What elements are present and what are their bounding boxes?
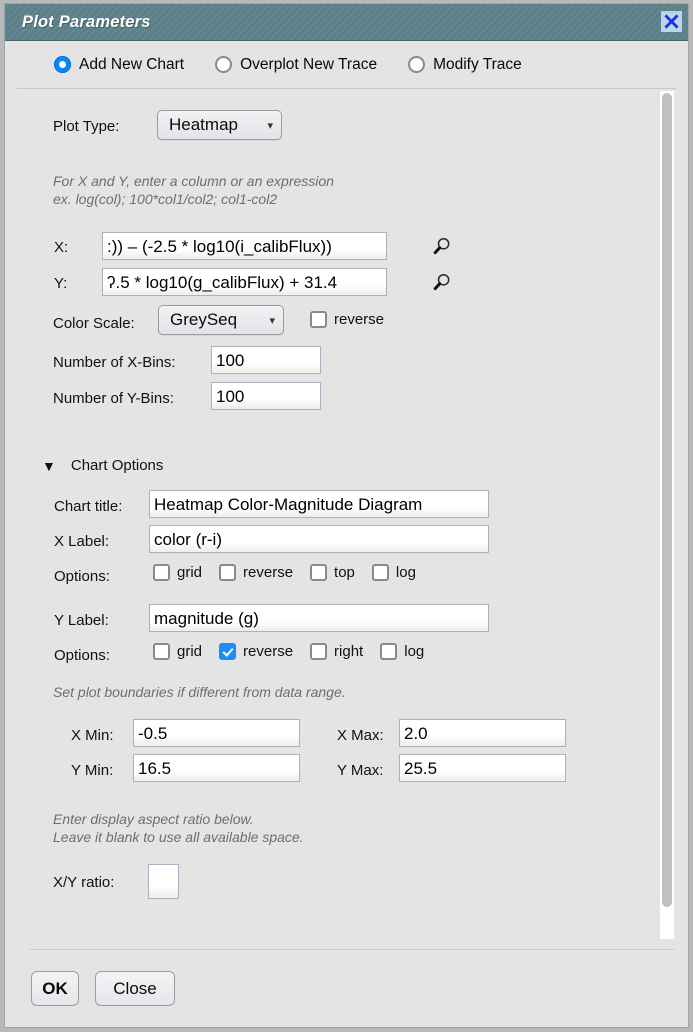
expression-hint: For X and Y, enter a column or an expres… xyxy=(53,173,334,207)
radio-mark-icon xyxy=(215,56,233,73)
checkbox-icon xyxy=(371,564,389,581)
x-min-input[interactable]: -0.5 xyxy=(133,719,300,747)
y-bins-label: Number of Y-Bins: xyxy=(53,390,174,407)
y-option-right-label: right xyxy=(334,643,364,660)
checkbox-icon xyxy=(310,643,328,660)
x-option-log-checkbox[interactable]: log xyxy=(371,564,416,581)
x-option-grid-checkbox[interactable]: grid xyxy=(153,564,202,581)
plot-type-value: Heatmap xyxy=(169,115,238,134)
radio-mark-icon xyxy=(54,56,71,73)
y-option-right-checkbox[interactable]: right xyxy=(310,643,363,660)
y-expression-label: Y: xyxy=(54,275,68,292)
chevron-down-icon: ▾ xyxy=(269,314,275,327)
x-axis-label-input[interactable]: color (r-i) xyxy=(149,525,489,553)
chart-options-disclosure[interactable]: ▼ Chart Options xyxy=(42,457,163,474)
chart-title-input[interactable]: Heatmap Color-Magnitude Diagram xyxy=(149,490,489,518)
dialog-body: Add New Chart Overplot New Trace Modify … xyxy=(5,41,688,1027)
close-x-icon[interactable] xyxy=(661,11,682,32)
checkbox-icon xyxy=(219,643,237,660)
radio-mark-icon xyxy=(408,56,426,73)
radio-add-new-chart[interactable]: Add New Chart xyxy=(54,56,184,74)
parameters-content: Plot Type: Heatmap ▾ For X and Y, enter … xyxy=(17,89,658,941)
xy-ratio-label: X/Y ratio: xyxy=(53,874,115,891)
y-axis-label-label: Y Label: xyxy=(54,612,109,629)
x-min-label: X Min: xyxy=(71,727,114,744)
radio-modify-trace-label: Modify Trace xyxy=(433,55,522,73)
x-option-top-checkbox[interactable]: top xyxy=(310,564,355,581)
y-options-label: Options: xyxy=(54,647,110,664)
x-option-reverse-checkbox[interactable]: reverse xyxy=(219,564,293,581)
boundaries-hint: Set plot boundaries if different from da… xyxy=(53,684,346,700)
y-axis-label-input[interactable]: magnitude (g) xyxy=(149,604,489,632)
y-option-reverse-checkbox[interactable]: reverse xyxy=(219,643,293,660)
y-option-reverse-label: reverse xyxy=(243,643,294,660)
plot-type-select[interactable]: Heatmap ▾ xyxy=(157,110,282,140)
plot-parameters-dialog: Plot Parameters Add New Chart Overplot N… xyxy=(4,3,689,1028)
chart-mode-radio-group: Add New Chart Overplot New Trace Modify … xyxy=(5,41,688,88)
footer-divider xyxy=(30,949,674,950)
x-option-reverse-label: reverse xyxy=(243,564,294,581)
checkbox-icon xyxy=(310,564,328,581)
checkbox-icon xyxy=(310,311,327,328)
x-expression-magnifier-icon[interactable] xyxy=(431,236,452,257)
checkbox-icon xyxy=(153,643,170,660)
y-option-grid-label: grid xyxy=(177,643,203,660)
color-scale-select[interactable]: GreySeq ▾ xyxy=(158,305,284,335)
radio-overplot-new-trace-label: Overplot New Trace xyxy=(240,55,378,73)
x-option-log-label: log xyxy=(395,564,416,581)
x-option-grid-label: grid xyxy=(177,564,203,581)
triangle-down-icon: ▼ xyxy=(42,457,56,474)
checkbox-icon xyxy=(380,643,398,660)
scrollbar-thumb[interactable] xyxy=(662,93,672,908)
x-max-label: X Max: xyxy=(337,727,384,744)
radio-overplot-new-trace[interactable]: Overplot New Trace xyxy=(215,56,377,74)
y-option-grid-checkbox[interactable]: grid xyxy=(153,643,202,660)
checkbox-icon xyxy=(153,564,170,581)
aspect-ratio-hint: Enter display aspect ratio below. Leave … xyxy=(53,811,304,845)
y-min-label: Y Min: xyxy=(71,762,114,779)
dialog-footer: OK Close xyxy=(5,941,688,1027)
parameters-scroll-area: Plot Type: Heatmap ▾ For X and Y, enter … xyxy=(17,88,676,941)
color-scale-value: GreySeq xyxy=(170,310,238,329)
vertical-scrollbar[interactable] xyxy=(660,91,674,939)
y-bins-input[interactable]: 100 xyxy=(211,382,321,410)
ok-button[interactable]: OK xyxy=(31,971,79,1006)
y-option-log-checkbox[interactable]: log xyxy=(380,643,424,660)
y-expression-input[interactable]: ʔ.5 * log10(g_calibFlux) + 31.4 xyxy=(102,268,387,296)
plot-type-label: Plot Type: xyxy=(53,118,120,135)
y-max-input[interactable]: 25.5 xyxy=(399,754,566,782)
y-max-label: Y Max: xyxy=(337,762,384,779)
x-options-checkbox-group: grid reverse top log xyxy=(153,564,433,581)
x-bins-label: Number of X-Bins: xyxy=(53,354,176,371)
x-bins-input[interactable]: 100 xyxy=(211,346,321,374)
color-scale-reverse-checkbox[interactable]: reverse xyxy=(310,311,384,328)
dialog-title: Plot Parameters xyxy=(22,12,151,31)
x-max-input[interactable]: 2.0 xyxy=(399,719,566,747)
y-option-log-label: log xyxy=(404,643,425,660)
dialog-titlebar[interactable]: Plot Parameters xyxy=(5,4,688,41)
xy-ratio-input[interactable] xyxy=(148,864,179,899)
chevron-down-icon: ▾ xyxy=(267,119,273,132)
chart-options-label: Chart Options xyxy=(70,457,164,474)
close-button[interactable]: Close xyxy=(95,971,175,1006)
radio-modify-trace[interactable]: Modify Trace xyxy=(408,56,522,74)
x-options-label: Options: xyxy=(54,568,110,585)
x-option-top-label: top xyxy=(334,564,355,581)
radio-add-new-chart-label: Add New Chart xyxy=(79,55,185,73)
color-scale-reverse-label: reverse xyxy=(334,311,385,328)
chart-title-label: Chart title: xyxy=(54,498,123,515)
y-options-checkbox-group: grid reverse right log xyxy=(153,643,441,660)
x-axis-label-label: X Label: xyxy=(54,533,110,550)
x-expression-label: X: xyxy=(54,239,69,256)
y-expression-magnifier-icon[interactable] xyxy=(431,272,452,293)
y-min-input[interactable]: 16.5 xyxy=(133,754,300,782)
x-expression-input[interactable]: :)) – (-2.5 * log10(i_calibFlux)) xyxy=(102,232,387,260)
checkbox-icon xyxy=(219,564,237,581)
color-scale-label: Color Scale: xyxy=(53,315,135,332)
